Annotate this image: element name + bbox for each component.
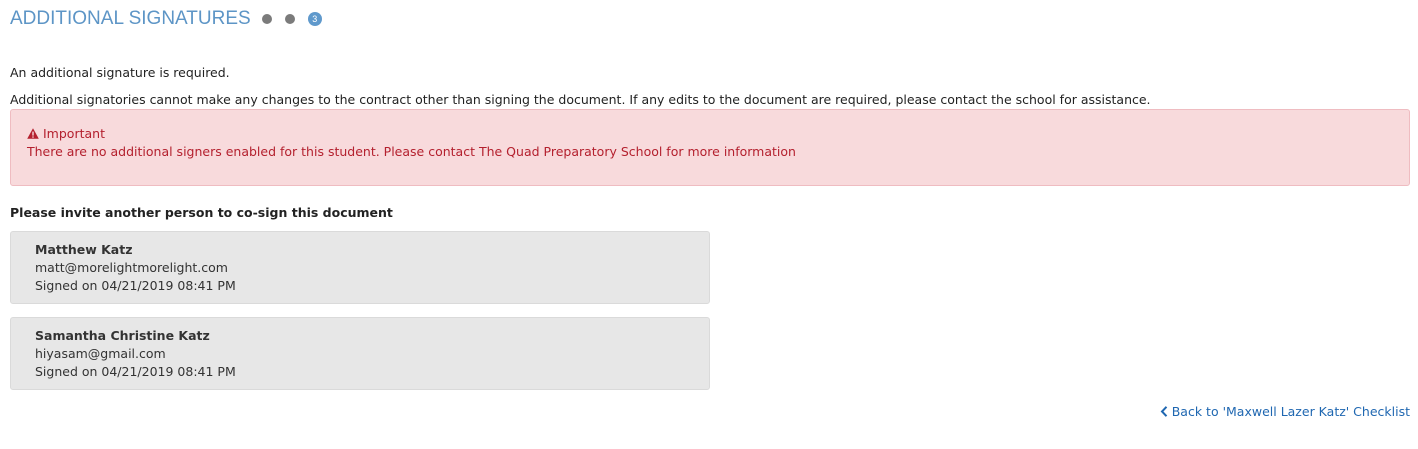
required-signature-text: An additional signature is required. <box>10 65 230 80</box>
signer-email: matt@morelightmorelight.com <box>35 260 228 275</box>
alert-title-row: Important <box>27 126 105 141</box>
back-link-label: Back to 'Maxwell Lazer Katz' Checklist <box>1171 404 1410 419</box>
signer-email: hiyasam@gmail.com <box>35 346 166 361</box>
page-header: ADDITIONAL SIGNATURES 3 <box>10 7 322 31</box>
alert-title: Important <box>43 126 105 141</box>
signer-signed-date: Signed on 04/21/2019 08:41 PM <box>35 364 236 379</box>
signer-name: Samantha Christine Katz <box>35 328 210 343</box>
signer-card: Samantha Christine Katz hiyasam@gmail.co… <box>10 317 710 390</box>
step-current-badge: 3 <box>307 12 322 26</box>
signer-card: Matthew Katz matt@morelightmorelight.com… <box>10 231 710 304</box>
step-indicator: 3 <box>261 12 322 26</box>
page-title: ADDITIONAL SIGNATURES <box>10 8 251 29</box>
signatories-notice-text: Additional signatories cannot make any c… <box>10 92 1151 107</box>
important-alert: Important There are no additional signer… <box>10 109 1410 186</box>
signer-name: Matthew Katz <box>35 242 133 257</box>
step-2-dot <box>284 14 295 24</box>
signer-signed-date: Signed on 04/21/2019 08:41 PM <box>35 278 236 293</box>
chevron-left-icon <box>1160 406 1167 417</box>
invite-cosigner-label: Please invite another person to co-sign … <box>10 205 393 220</box>
back-to-checklist-link[interactable]: Back to 'Maxwell Lazer Katz' Checklist <box>1160 404 1410 419</box>
step-1-dot <box>261 14 272 24</box>
warning-triangle-icon <box>27 128 39 139</box>
alert-message: There are no additional signers enabled … <box>27 144 796 159</box>
